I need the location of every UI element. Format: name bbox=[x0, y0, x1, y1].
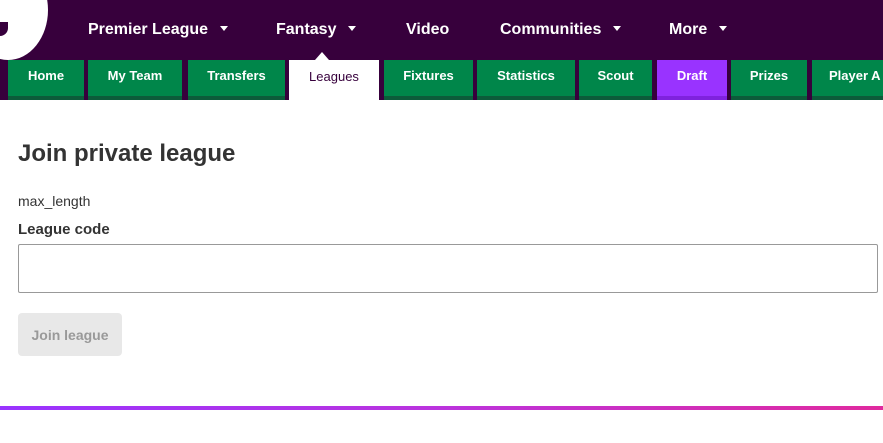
nav-more-label: More bbox=[669, 21, 708, 38]
tab-player-a[interactable]: Player A bbox=[812, 60, 883, 100]
tab-my-team[interactable]: My Team bbox=[88, 60, 182, 100]
validation-note: max_length bbox=[18, 193, 91, 209]
tab-prizes[interactable]: Prizes bbox=[731, 60, 807, 100]
chevron-down-icon bbox=[613, 26, 622, 32]
chevron-down-icon bbox=[719, 26, 728, 32]
league-code-input[interactable] bbox=[18, 244, 878, 293]
tab-home[interactable]: Home bbox=[8, 60, 84, 100]
tab-label: Fixtures bbox=[403, 68, 454, 83]
tab-label: Statistics bbox=[497, 68, 555, 83]
primary-nav: Premier League Fantasy Video Communities… bbox=[0, 0, 883, 60]
nav-premier-league-label: Premier League bbox=[88, 21, 209, 38]
league-code-label: League code bbox=[18, 221, 110, 238]
tab-label: My Team bbox=[107, 68, 163, 83]
tab-label: Scout bbox=[597, 68, 634, 83]
join-league-button[interactable]: Join league bbox=[18, 313, 122, 356]
tab-scout[interactable]: Scout bbox=[579, 60, 652, 100]
nav-premier-league[interactable]: Premier League bbox=[88, 0, 229, 60]
chevron-down-icon bbox=[348, 26, 357, 32]
tab-label: Draft bbox=[676, 68, 708, 83]
tab-label: Leagues bbox=[309, 69, 359, 84]
nav-communities[interactable]: Communities bbox=[500, 0, 622, 60]
nav-video[interactable]: Video bbox=[406, 0, 449, 60]
tab-fixtures[interactable]: Fixtures bbox=[384, 60, 473, 100]
nav-fantasy[interactable]: Fantasy bbox=[276, 0, 357, 60]
nav-communities-label: Communities bbox=[500, 21, 602, 38]
fantasy-subnav: Home My Team Transfers Leagues Fixtures … bbox=[0, 60, 883, 100]
gradient-divider bbox=[0, 406, 883, 410]
tab-transfers[interactable]: Transfers bbox=[188, 60, 285, 100]
tab-leagues[interactable]: Leagues bbox=[289, 60, 379, 100]
tab-label: Player A bbox=[829, 68, 881, 83]
chevron-down-icon bbox=[220, 26, 229, 32]
nav-more[interactable]: More bbox=[669, 0, 728, 60]
tab-label: Transfers bbox=[207, 68, 266, 83]
top-header: Premier League Fantasy Video Communities… bbox=[0, 0, 883, 60]
nav-fantasy-label: Fantasy bbox=[276, 21, 337, 38]
nav-video-label: Video bbox=[406, 21, 450, 38]
tab-label: Prizes bbox=[749, 68, 789, 83]
tab-statistics[interactable]: Statistics bbox=[477, 60, 575, 100]
tab-label: Home bbox=[27, 68, 65, 83]
page-title: Join private league bbox=[18, 140, 236, 167]
active-nav-indicator bbox=[315, 52, 329, 60]
tab-draft[interactable]: Draft bbox=[657, 60, 727, 100]
